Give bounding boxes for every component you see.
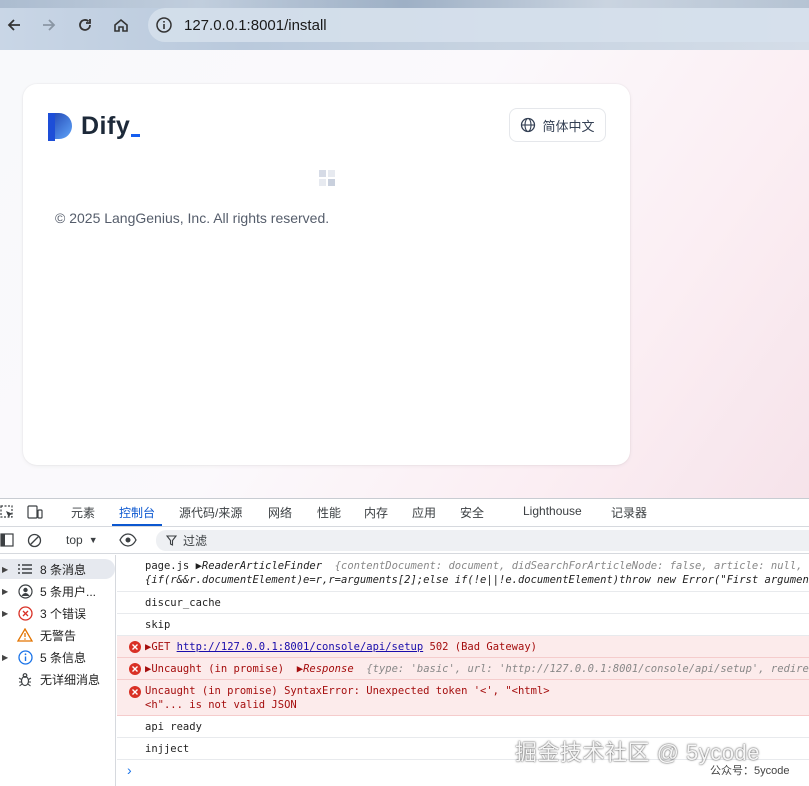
user-icon (16, 583, 34, 599)
inspect-element-icon[interactable] (0, 505, 14, 522)
bug-icon (16, 671, 34, 687)
tab-memory[interactable]: 内存 (364, 504, 388, 521)
devtools-tab-bar: 元素 控制台 源代码/来源 网络 性能 内存 应用 安全 Lighthouse … (0, 499, 809, 527)
console-object-name: Response (303, 663, 354, 675)
error-message: Uncaught (in promise) SyntaxError: Unexp… (145, 685, 550, 697)
sidebar-item-label: 5 条用户... (40, 584, 97, 599)
console-prompt-chevron-icon[interactable]: › (127, 762, 132, 778)
dify-logo: Dify (48, 112, 141, 141)
tab-sources[interactable]: 源代码/来源 (179, 504, 242, 521)
browser-toolbar: 127.0.0.1:8001/install (0, 0, 809, 50)
live-expression-eye-icon[interactable] (119, 533, 137, 550)
console-row[interactable]: page.js ▶ReaderArticleFinder {contentDoc… (117, 555, 809, 592)
sidebar-item-label: 5 条信息 (40, 650, 87, 665)
sidebar-item-verbose[interactable]: 无详细消息 (0, 669, 115, 689)
globe-icon (521, 117, 536, 133)
context-selector-value: top (66, 533, 83, 547)
chevron-down-icon: ▼ (88, 535, 98, 545)
tab-elements[interactable]: 元素 (71, 504, 95, 521)
home-icon[interactable] (110, 14, 132, 36)
address-bar[interactable]: 127.0.0.1:8001/install (148, 8, 809, 42)
request-status: 502 (Bad Gateway) (429, 641, 537, 653)
sidebar-item-info[interactable]: ▶ 5 条信息 (0, 647, 115, 667)
error-icon (129, 686, 141, 698)
console-message: api ready (145, 721, 202, 733)
sidebar-item-user-messages[interactable]: ▶ 5 条用户... (0, 581, 115, 601)
error-message-detail: <h"... is not valid JSON (145, 699, 297, 711)
url-text: 127.0.0.1:8001/install (184, 16, 327, 34)
expand-arrow-icon[interactable]: ▶ (2, 609, 12, 618)
sidebar-item-label: 8 条消息 (40, 562, 87, 577)
console-filter-input[interactable]: 过滤 (156, 530, 809, 551)
watermark-sub: 公众号：5ycode (710, 765, 790, 777)
sidebar-item-label: 无警告 (40, 628, 77, 643)
loading-spinner-icon (319, 170, 335, 186)
tab-console[interactable]: 控制台 (119, 504, 155, 521)
expand-arrow-icon[interactable]: ▶ (2, 587, 12, 596)
tab-performance[interactable]: 性能 (317, 504, 341, 521)
console-source-text: page.js (145, 560, 190, 572)
console-row[interactable]: skip (117, 614, 809, 636)
active-tab-indicator (112, 524, 162, 526)
console-object-preview: {contentDocument: document, didSearchFor… (334, 560, 809, 572)
sidebar-item-errors[interactable]: ▶ 3 个错误 (0, 603, 115, 623)
tab-lighthouse[interactable]: Lighthouse (523, 504, 582, 518)
dify-logo-icon (48, 112, 72, 141)
language-label: 简体中文 (542, 118, 595, 134)
clear-console-icon[interactable] (27, 533, 42, 551)
console-toolbar: top ▼ 过滤 (0, 528, 809, 554)
tab-recorder[interactable]: 记录器 (611, 504, 647, 521)
tab-network[interactable]: 网络 (268, 504, 292, 521)
request-method: GET (151, 641, 171, 653)
error-message: Uncaught (in promise) (151, 663, 285, 675)
error-icon (129, 641, 141, 653)
console-error-row[interactable]: ▶GET http://127.0.0.1:8001/console/api/s… (117, 636, 809, 658)
back-arrow-icon[interactable] (3, 14, 25, 36)
forward-arrow-icon[interactable] (38, 14, 60, 36)
console-message: injject (145, 743, 190, 755)
console-code-line: {if(r&&r.documentElement)e=r,r=arguments… (145, 574, 809, 586)
warning-icon (16, 627, 34, 643)
device-toolbar-icon[interactable] (27, 505, 43, 522)
logo-underscore (131, 134, 141, 137)
site-info-icon[interactable] (152, 13, 176, 37)
tab-application[interactable]: 应用 (412, 504, 436, 521)
console-row[interactable]: discur_cache (117, 592, 809, 614)
console-sidebar: ▶ 8 条消息 ▶ 5 条用户... ▶ 3 个错误 无警告 ▶ 5 条信息 无… (0, 555, 116, 786)
sidebar-item-label: 3 个错误 (40, 606, 87, 621)
list-icon (16, 561, 34, 577)
sidebar-item-warnings[interactable]: 无警告 (0, 625, 115, 645)
console-object-name: ReaderArticleFinder (201, 560, 323, 572)
reload-icon[interactable] (74, 14, 96, 36)
language-selector-button[interactable]: 简体中文 (509, 108, 606, 142)
sidebar-item-label: 无详细消息 (40, 672, 101, 687)
sidebar-toggle-icon[interactable] (0, 533, 14, 550)
console-object-preview: {type: 'basic', url: 'http://127.0.0.1:8… (366, 663, 809, 675)
error-icon (16, 605, 34, 621)
context-selector[interactable]: top ▼ (66, 533, 98, 547)
page-viewport: Dify 简体中文 © 2025 LangGenius, Inc. All ri… (0, 50, 809, 498)
copyright-text: © 2025 LangGenius, Inc. All rights reser… (55, 210, 330, 226)
install-card: Dify 简体中文 © 2025 LangGenius, Inc. All ri… (23, 84, 630, 465)
info-icon (16, 649, 34, 665)
sidebar-item-messages[interactable]: ▶ 8 条消息 (0, 559, 115, 579)
error-icon (129, 663, 141, 675)
logo-text: Dify (81, 112, 131, 140)
filter-icon (166, 535, 177, 546)
console-error-row[interactable]: ▶Uncaught (in promise) ▶Response {type: … (117, 658, 809, 680)
console-error-row[interactable]: Uncaught (in promise) SyntaxError: Unexp… (117, 680, 809, 716)
console-message: skip (145, 619, 171, 631)
tab-security[interactable]: 安全 (460, 504, 484, 521)
expand-arrow-icon[interactable]: ▶ (2, 653, 12, 662)
filter-placeholder: 过滤 (183, 534, 208, 548)
request-url-link[interactable]: http://127.0.0.1:8001/console/api/setup (177, 641, 424, 653)
console-message: discur_cache (145, 597, 221, 609)
expand-arrow-icon[interactable]: ▶ (2, 565, 12, 574)
